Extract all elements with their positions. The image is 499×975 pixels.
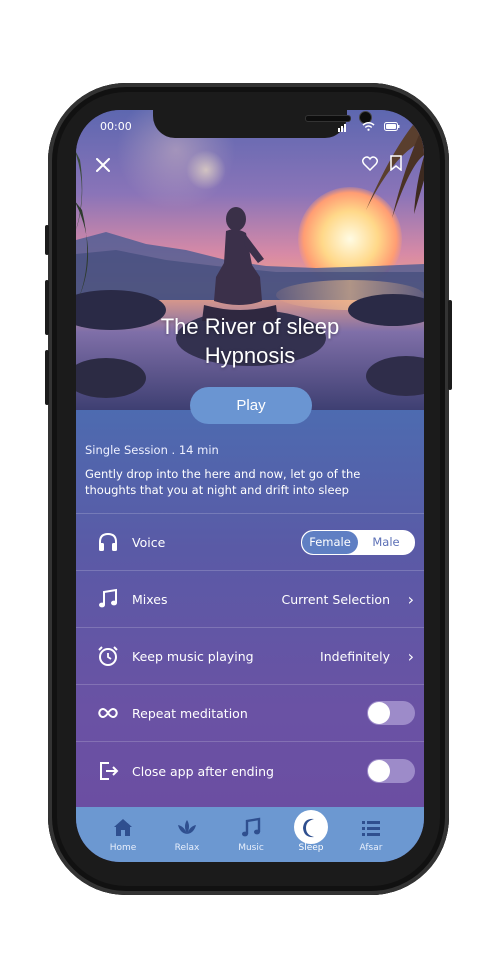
repeat-label: Repeat meditation bbox=[132, 705, 248, 721]
moon-icon bbox=[303, 818, 314, 838]
repeat-toggle[interactable] bbox=[367, 701, 415, 725]
notch bbox=[153, 110, 372, 138]
app-screen: The River of sleep Hypnosis 00:00 Play S… bbox=[76, 110, 424, 862]
toggle-knob bbox=[368, 702, 390, 724]
close-app-label: Close app after ending bbox=[132, 763, 274, 779]
close-icon[interactable] bbox=[96, 158, 110, 172]
voice-row: Voice Female Male bbox=[76, 513, 424, 570]
tab-label: Afsar bbox=[359, 843, 383, 853]
tab-afsar[interactable]: Afsar bbox=[341, 807, 401, 862]
list-icon bbox=[362, 821, 380, 836]
voice-option-male[interactable]: Male bbox=[358, 531, 414, 554]
session-meta: Single Session . 14 min bbox=[85, 443, 219, 457]
volume-down-button bbox=[45, 350, 49, 405]
repeat-row: Repeat meditation bbox=[76, 684, 424, 741]
mixes-row[interactable]: Mixes Current Selection › bbox=[76, 570, 424, 627]
mixes-value: Current Selection bbox=[281, 591, 390, 607]
lotus-icon bbox=[178, 820, 196, 834]
keep-music-value: Indefinitely bbox=[320, 648, 390, 664]
volume-up-button bbox=[45, 280, 49, 335]
voice-label: Voice bbox=[132, 534, 166, 550]
headphones-icon bbox=[99, 532, 117, 551]
chevron-right-icon: › bbox=[407, 589, 414, 609]
session-title-line-2: Hypnosis bbox=[204, 343, 296, 368]
tab-label: Music bbox=[238, 843, 264, 853]
session-title: The River of sleep Hypnosis bbox=[76, 312, 424, 370]
tab-label: Home bbox=[109, 843, 137, 853]
close-app-toggle[interactable] bbox=[367, 759, 415, 783]
close-app-row: Close app after ending bbox=[76, 741, 424, 800]
wifi-icon bbox=[362, 122, 375, 131]
tab-label: Sleep bbox=[298, 843, 324, 853]
toggle-knob bbox=[368, 760, 390, 782]
exit-icon bbox=[100, 762, 119, 780]
status-time: 00:00 bbox=[100, 120, 132, 133]
power-button bbox=[448, 300, 452, 390]
session-title-line-1: The River of sleep bbox=[160, 314, 340, 339]
tab-relax[interactable]: Relax bbox=[157, 807, 217, 862]
session-description: Gently drop into the here and now, let g… bbox=[85, 467, 361, 497]
keep-music-label: Keep music playing bbox=[132, 648, 254, 664]
chevron-right-icon: › bbox=[407, 646, 414, 666]
bottom-tab-bar: Home Relax Music Sleep Afsar bbox=[76, 807, 424, 862]
alarm-clock-icon bbox=[98, 646, 118, 666]
play-button-label: Play bbox=[236, 397, 266, 414]
signal-icon bbox=[338, 124, 346, 132]
music-note-icon bbox=[242, 817, 261, 837]
tab-label: Relax bbox=[174, 843, 200, 853]
tab-home[interactable]: Home bbox=[93, 807, 153, 862]
infinity-icon bbox=[98, 708, 118, 718]
earpiece-speaker bbox=[305, 115, 351, 122]
voice-option-female[interactable]: Female bbox=[302, 530, 358, 554]
heart-icon[interactable] bbox=[362, 156, 378, 171]
mute-switch bbox=[45, 225, 49, 255]
bookmark-icon[interactable] bbox=[390, 155, 402, 171]
voice-segmented-control: Female Male bbox=[301, 529, 415, 555]
play-button[interactable]: Play bbox=[190, 387, 312, 424]
battery-icon bbox=[384, 122, 400, 131]
tab-music[interactable]: Music bbox=[221, 807, 281, 862]
mixes-label: Mixes bbox=[132, 591, 168, 607]
music-note-icon bbox=[99, 588, 117, 608]
meditating-woman-silhouette bbox=[202, 207, 278, 321]
tab-sleep[interactable]: Sleep bbox=[281, 807, 341, 862]
keep-music-row[interactable]: Keep music playing Indefinitely › bbox=[76, 627, 424, 684]
hero-image: The River of sleep Hypnosis bbox=[76, 110, 424, 410]
home-icon bbox=[114, 819, 132, 836]
